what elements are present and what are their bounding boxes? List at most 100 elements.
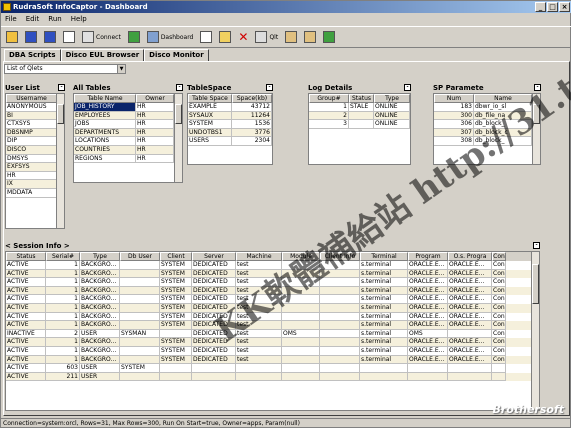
table-row[interactable]: USERS 2304	[188, 137, 272, 146]
session-column-header[interactable]: Terminal	[360, 252, 408, 261]
table-row[interactable]: EXAMPLE 43712	[188, 103, 272, 112]
sp-params-scrollbar[interactable]	[532, 94, 540, 164]
table-row[interactable]: ACTIVE 1 BACKGRO... SYSTEM DEDICATED test s.te…	[6, 355, 539, 365]
cut-button[interactable]	[61, 29, 77, 45]
table-row[interactable]: INACTIVE 2 USER SYSMAN DEDICATED test OMS s.ter…	[6, 329, 539, 339]
table-row[interactable]: ACTIVE 1 BACKGRO... SYSTEM DEDICATED test s.te…	[6, 269, 539, 279]
menu-run[interactable]: Run	[48, 13, 61, 25]
minimize-button[interactable]: _	[535, 2, 546, 12]
user-list-header[interactable]: Username	[6, 94, 57, 103]
table-row[interactable]: 3 ONLINE	[309, 120, 410, 129]
status-header[interactable]: Status	[349, 94, 374, 103]
qlet-selector[interactable]: List of Qlets ▼	[4, 64, 126, 74]
table-cell: db_block_	[474, 137, 532, 146]
session-column-header[interactable]: Db User	[120, 252, 160, 261]
delete-button[interactable]: ✕	[236, 29, 250, 45]
table-row[interactable]: ACTIVE 1 BACKGRO... SYSTEM DEDICATED test s.te…	[6, 303, 539, 313]
table-row[interactable]: 2 ONLINE	[309, 111, 410, 121]
table-cell	[349, 120, 374, 129]
table-row[interactable]: ACTIVE 1 BACKGRO... SYSTEM DEDICATED test s.te…	[6, 346, 539, 356]
session-column-header[interactable]: Client	[160, 252, 192, 261]
tablespace-toggle-button[interactable]: -	[266, 84, 273, 91]
table-row[interactable]: EMPLOYEES HR	[74, 111, 182, 121]
menu-file[interactable]: File	[5, 13, 17, 25]
table-row[interactable]: 183 dbwr_io_sl	[434, 103, 540, 112]
table-row[interactable]: JOBS HR	[74, 120, 182, 129]
table-cell: EXFSYS	[6, 163, 57, 172]
session-column-header[interactable]: Module	[282, 252, 320, 261]
name-header[interactable]: Name	[474, 94, 532, 103]
save-all-button[interactable]	[42, 29, 58, 45]
session-column-header[interactable]: Serial#	[46, 252, 80, 261]
session-column-header[interactable]: Server	[192, 252, 236, 261]
all-tables-scrollbar[interactable]	[174, 94, 182, 182]
table-cell	[282, 372, 320, 382]
table-row[interactable]: ACTIVE 1 BACKGRO... SYSTEM DEDICATED test s.te…	[6, 295, 539, 304]
table-row[interactable]: ACTIVE 1 BACKGRO... SYSTEM DEDICATED test s.te…	[6, 278, 539, 287]
table-row[interactable]: 307 db_block_c	[434, 128, 540, 138]
table-row[interactable]: ACTIVE 1 BACKGRO... SYSTEM DEDICATED test s.te…	[6, 321, 539, 330]
edit-button[interactable]	[217, 29, 233, 45]
table-row[interactable]: 300 db_file_na	[434, 111, 540, 121]
group-header[interactable]: Group#	[309, 94, 349, 103]
maximize-button[interactable]: □	[547, 2, 558, 12]
session-column-header[interactable]: Program	[408, 252, 448, 261]
tab-dba-scripts[interactable]: DBA Scripts	[4, 49, 61, 61]
add-button[interactable]	[198, 29, 214, 45]
menu-help[interactable]: Help	[71, 13, 87, 25]
menu-edit[interactable]: Edit	[26, 13, 40, 25]
all-tables-toggle-button[interactable]: -	[176, 84, 183, 91]
user-list-scrollbar[interactable]	[56, 94, 64, 228]
table-row[interactable]: ACTIVE 1 BACKGRO... SYSTEM DEDICATED test s.te…	[6, 338, 539, 347]
table-row[interactable]: ACTIVE 1 BACKGRO... SYSTEM DEDICATED test s.te…	[6, 261, 539, 270]
open-button[interactable]	[4, 29, 20, 45]
table-row[interactable]: 308 db_block_	[434, 137, 540, 146]
session-column-header[interactable]: Con	[492, 252, 506, 261]
tab-disco-monitor[interactable]: Disco Monitor	[144, 49, 209, 61]
owner-header[interactable]: Owner	[136, 94, 174, 103]
dashboard-button[interactable]: Dashboard	[145, 29, 196, 45]
table-row[interactable]: 306 db_block_	[434, 120, 540, 129]
close-button[interactable]: ×	[559, 2, 570, 12]
session-column-header[interactable]: Client Info	[320, 252, 360, 261]
table-cell: HR	[136, 154, 174, 164]
save-button[interactable]	[23, 29, 39, 45]
table-row[interactable]: SYSTEM 1536	[188, 120, 272, 129]
table-name-header[interactable]: Table Name	[74, 94, 136, 103]
num-header[interactable]: Num	[434, 94, 474, 103]
session-column-header[interactable]: Type	[80, 252, 120, 261]
query-2-button[interactable]	[302, 29, 318, 45]
quit-button[interactable]: Qlt	[253, 29, 280, 45]
log-details-toggle-button[interactable]: -	[404, 84, 411, 91]
table-cell: test	[236, 261, 282, 270]
table-row[interactable]: JOB_HISTORY HR	[74, 103, 182, 112]
refresh-button[interactable]	[126, 29, 142, 45]
query-button[interactable]	[283, 29, 299, 45]
table-row[interactable]: ACTIVE 1 BACKGRO... SYSTEM DEDICATED test s.te…	[6, 286, 539, 296]
table-row[interactable]: COUNTRIES HR	[74, 145, 182, 155]
session-column-header[interactable]: O.s. Progra	[448, 252, 492, 261]
session-column-header[interactable]: Status	[6, 252, 46, 261]
type-header[interactable]: Type	[374, 94, 410, 103]
table-cell	[408, 364, 448, 373]
exit-button[interactable]	[321, 29, 337, 45]
table-space-header[interactable]: Table Space	[188, 94, 232, 103]
table-row[interactable]: LOCATIONS HR	[74, 137, 182, 146]
table-row[interactable]: ACTIVE 603 USER SYSTEM	[6, 364, 539, 373]
session-info-scrollbar[interactable]	[531, 252, 539, 410]
table-row[interactable]: ACTIVE 211 USER	[6, 372, 539, 382]
table-row[interactable]: 1 STALE ONLINE	[309, 103, 410, 112]
connect-button[interactable]: Connect	[80, 29, 123, 45]
table-row[interactable]: REGIONS HR	[74, 154, 182, 164]
table-row[interactable]: ACTIVE 1 BACKGRO... SYSTEM DEDICATED test s.te…	[6, 312, 539, 322]
table-row[interactable]: DEPARTMENTS HR	[74, 128, 182, 138]
session-column-header[interactable]: Machine	[236, 252, 282, 261]
space-kb-header[interactable]: Space(kb)	[232, 94, 272, 103]
table-row[interactable]: UNDOTBS1 3776	[188, 128, 272, 138]
table-cell: DBSNMP	[6, 128, 57, 138]
table-row[interactable]: SYSAUX 11264	[188, 111, 272, 121]
user-list-toggle-button[interactable]: -	[58, 84, 65, 91]
sp-params-toggle-button[interactable]: -	[534, 84, 541, 91]
session-info-toggle-button[interactable]: -	[533, 242, 540, 249]
tab-disco-eul-browser[interactable]: Disco EUL Browser	[60, 49, 145, 61]
